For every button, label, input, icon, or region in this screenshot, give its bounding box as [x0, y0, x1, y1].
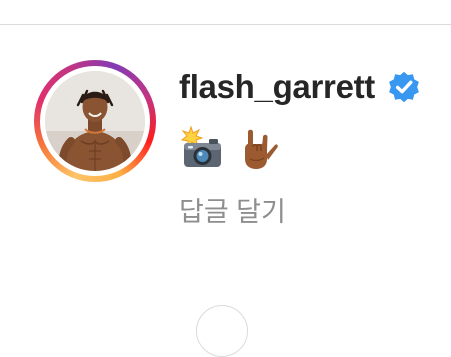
verified-badge-icon — [387, 70, 421, 104]
love-you-hand-icon — [233, 125, 279, 171]
story-ring[interactable] — [34, 60, 156, 182]
comment-text — [179, 122, 439, 174]
comment-item: flash_garrett 답글 달기 — [30, 58, 440, 248]
avatar-photo-icon — [45, 71, 145, 171]
username-line: flash_garrett — [179, 64, 439, 110]
camera-flash-icon — [179, 125, 225, 171]
top-divider — [0, 24, 451, 25]
username[interactable]: flash_garrett — [179, 68, 375, 106]
avatar[interactable] — [45, 71, 145, 171]
loading-spinner-icon — [196, 305, 248, 357]
comment-body: flash_garrett 답글 달기 — [179, 64, 439, 229]
reply-button[interactable]: 답글 달기 — [179, 190, 439, 229]
